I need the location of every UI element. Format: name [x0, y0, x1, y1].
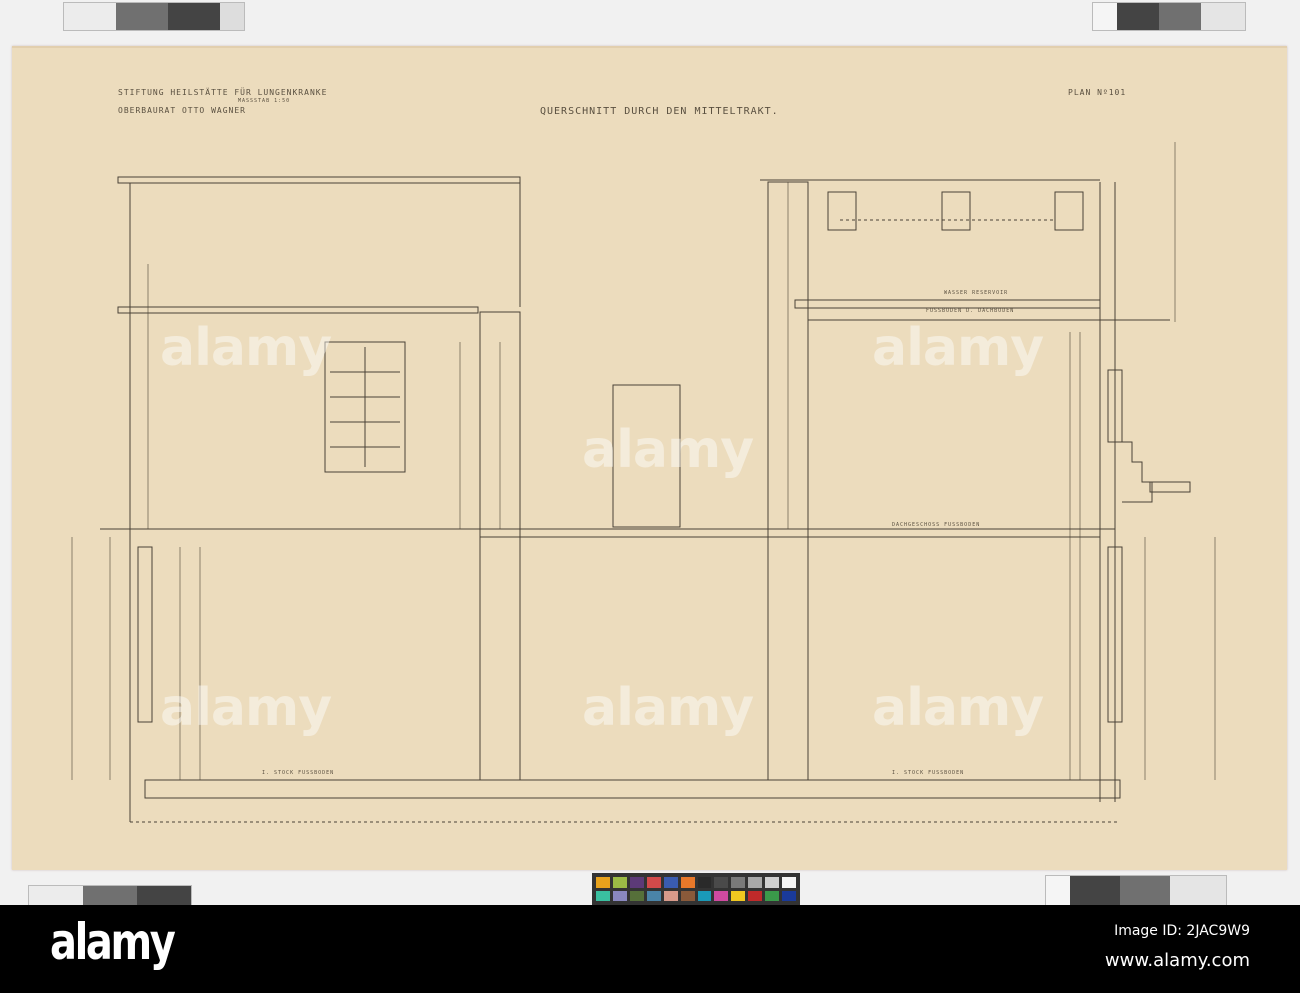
color-patch: [629, 877, 644, 888]
window-small-2: [941, 191, 971, 231]
color-patch: [714, 890, 729, 901]
color-patch: [765, 877, 780, 888]
color-patch: [697, 890, 712, 901]
window-small-3: [1054, 191, 1084, 231]
color-patch: [731, 890, 746, 901]
gray-scale-strip-bottom-right: [1045, 875, 1227, 907]
window-small-1: [827, 191, 857, 231]
color-patch: [596, 877, 610, 888]
color-checker-card: [592, 873, 800, 905]
gray-scale-strip-top-right: [1092, 2, 1246, 31]
watermark: alamy: [872, 678, 1044, 738]
color-patch: [765, 890, 780, 901]
color-patch: [646, 877, 661, 888]
color-patch: [748, 890, 763, 901]
drawing-sheet: STIFTUNG HEILSTÄTTE FÜR LUNGENKRANKE MAS…: [12, 46, 1287, 870]
watermark: alamy: [582, 420, 754, 480]
color-patch: [782, 890, 796, 901]
color-patch: [680, 877, 695, 888]
color-patch: [663, 877, 678, 888]
gray-scale-strip-bottom-left: [28, 885, 192, 907]
watermark: alamy: [160, 678, 332, 738]
watermark: alamy: [872, 318, 1044, 378]
watermark: alamy: [582, 678, 754, 738]
stock-footer: alamy Image ID: 2JAC9W9 www.alamy.com: [0, 905, 1300, 993]
color-patch: [731, 877, 746, 888]
color-patch: [629, 890, 644, 901]
site-url: www.alamy.com: [1104, 950, 1250, 971]
color-patch: [697, 877, 712, 888]
color-patch: [663, 890, 678, 901]
color-patch: [748, 877, 763, 888]
image-id: Image ID: 2JAC9W9: [1114, 923, 1250, 939]
color-patch: [612, 890, 627, 901]
alamy-logo: alamy: [50, 913, 176, 971]
color-patch: [646, 890, 661, 901]
color-patch: [596, 890, 610, 901]
color-patch: [680, 890, 695, 901]
color-patch: [782, 877, 796, 888]
gray-scale-strip-top-left: [63, 2, 245, 31]
color-patch: [714, 877, 729, 888]
color-patch: [612, 877, 627, 888]
watermark: alamy: [160, 318, 332, 378]
